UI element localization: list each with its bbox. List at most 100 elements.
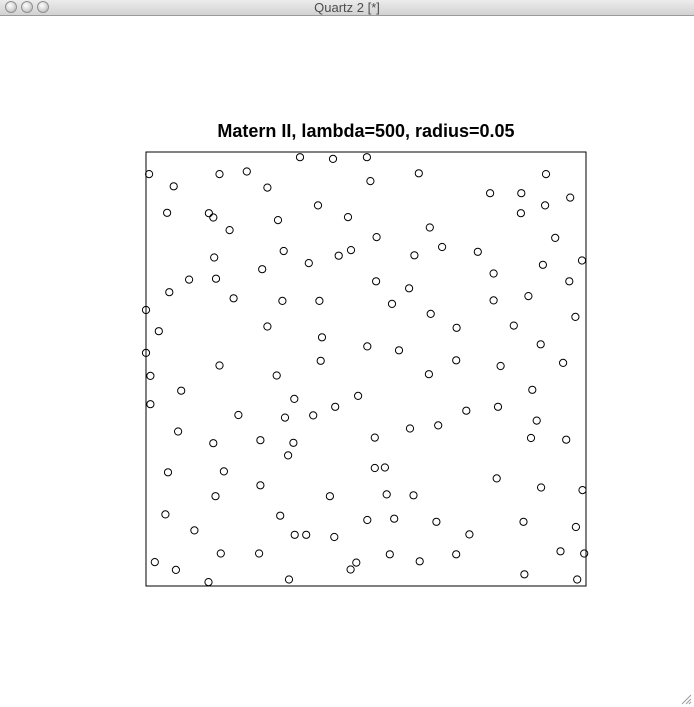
data-point (524, 292, 533, 301)
resize-grip-icon[interactable] (681, 694, 692, 705)
data-point (520, 570, 529, 579)
data-point (263, 322, 272, 331)
data-point (517, 189, 526, 198)
data-point (352, 558, 361, 567)
data-point (405, 424, 415, 433)
data-point (334, 251, 343, 260)
data-point (370, 433, 379, 442)
data-point (562, 435, 571, 444)
data-point (394, 346, 404, 355)
data-point (489, 269, 498, 278)
data-point (185, 275, 194, 284)
data-point (465, 530, 474, 539)
data-point (363, 342, 372, 351)
data-point (331, 402, 340, 411)
data-point (519, 517, 528, 526)
data-point (577, 256, 587, 265)
data-point (273, 216, 283, 225)
data-point (532, 416, 541, 425)
window-title: Quartz 2 [*] (314, 0, 380, 15)
data-point (493, 402, 503, 411)
data-point (154, 327, 163, 336)
data-point (295, 153, 305, 162)
data-point (372, 233, 381, 242)
data-point (415, 557, 424, 566)
data-point (425, 223, 434, 232)
data-point (317, 333, 327, 342)
scatter-chart: Matern II, lambda=500, radius=0.05 (141, 121, 589, 587)
data-point (150, 558, 159, 567)
data-point (462, 406, 471, 415)
data-point (289, 438, 298, 447)
data-point (452, 323, 461, 332)
data-point (209, 439, 218, 448)
data-point (302, 530, 311, 539)
data-point (346, 565, 355, 574)
data-point (343, 213, 353, 222)
data-point (190, 526, 199, 535)
data-point (290, 394, 299, 403)
data-point (528, 385, 537, 394)
data-point (316, 356, 325, 365)
data-point (509, 321, 518, 330)
data-point (537, 483, 546, 492)
data-point (405, 284, 414, 293)
data-point (366, 177, 375, 186)
data-point (424, 370, 433, 379)
data-point (492, 474, 501, 483)
data-point (146, 371, 155, 380)
data-point (169, 182, 178, 191)
chart-title: Matern II, lambda=500, radius=0.05 (217, 121, 514, 141)
data-point (354, 391, 363, 400)
data-point (309, 411, 318, 420)
data-point (165, 288, 174, 297)
plot-area: Matern II, lambda=500, radius=0.05 (0, 16, 694, 707)
data-point (272, 371, 281, 380)
data-point (280, 413, 290, 422)
data-point (372, 277, 381, 286)
data-point (163, 468, 173, 477)
data-point (177, 386, 186, 395)
data-point (571, 522, 581, 532)
data-point (210, 253, 219, 262)
data-point (370, 463, 379, 473)
points-layer (141, 153, 589, 587)
data-point (255, 549, 264, 558)
data-point (304, 259, 313, 268)
data-point (387, 299, 397, 308)
data-point (489, 296, 498, 305)
data-point (215, 170, 224, 179)
data-point (452, 356, 461, 365)
data-point (216, 549, 225, 558)
data-point (290, 530, 299, 539)
data-point (390, 514, 399, 523)
data-point (526, 433, 536, 443)
data-point (315, 296, 324, 305)
data-point (145, 170, 154, 179)
data-point (452, 550, 461, 559)
data-point (279, 246, 288, 256)
data-point (163, 208, 172, 217)
data-point (565, 277, 574, 286)
data-point (410, 251, 419, 260)
data-point (229, 294, 238, 303)
data-point (559, 358, 568, 367)
data-point (496, 361, 505, 371)
data-point (578, 486, 587, 495)
data-point (538, 260, 548, 269)
data-point (382, 490, 391, 499)
window-titlebar: Quartz 2 [*] (0, 0, 694, 16)
data-point (263, 183, 272, 192)
data-point (409, 491, 418, 500)
data-point (571, 312, 580, 321)
data-point (234, 410, 243, 420)
data-point (556, 547, 565, 556)
data-point (276, 511, 285, 520)
data-point (204, 209, 213, 218)
data-point (256, 436, 265, 445)
data-point (536, 340, 545, 349)
data-point (363, 515, 372, 525)
data-point (573, 575, 582, 584)
data-point (211, 492, 220, 501)
data-point (432, 517, 441, 526)
